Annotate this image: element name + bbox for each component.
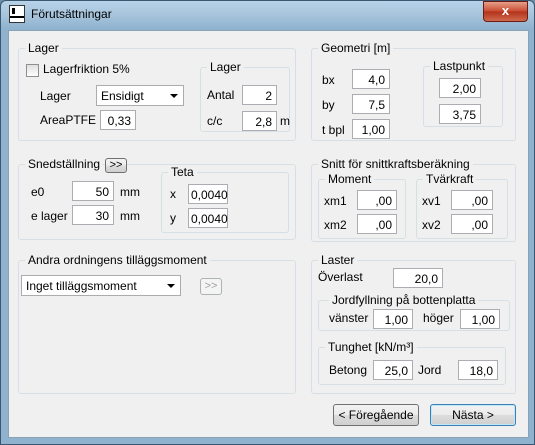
overlast-input[interactable]: 20,0 bbox=[393, 268, 443, 288]
jordfyllning-title: Jordfyllning på bottenplatta bbox=[329, 293, 479, 307]
lagerfriktion-checkbox[interactable] bbox=[26, 64, 39, 77]
xv2-input[interactable]: ,00 bbox=[451, 214, 493, 234]
moment-title: Moment bbox=[325, 172, 375, 186]
lagerfriktion-label[interactable]: Lagerfriktion 5% bbox=[43, 62, 130, 76]
chevron-down-icon bbox=[170, 94, 178, 98]
cc-label: c/c bbox=[207, 114, 223, 128]
snedstallning-group: Snedställning >> e0 50 mm e lager 30 mm … bbox=[18, 157, 296, 240]
betong-input[interactable]: 25,0 bbox=[373, 360, 413, 380]
previous-button[interactable]: < Föregående bbox=[333, 404, 419, 426]
xm1-input[interactable]: ,00 bbox=[357, 190, 397, 210]
lastpunkt-input-1[interactable]: 2,00 bbox=[439, 78, 481, 98]
teta-y-input[interactable]: 0,0040 bbox=[188, 208, 228, 228]
teta-x-input[interactable]: 0,0040 bbox=[188, 184, 228, 204]
jordfyllning-group: Jordfyllning på bottenplatta vänster 1,0… bbox=[318, 293, 510, 331]
snedstallning-title: Snedställning bbox=[25, 157, 104, 171]
tvarkraft-title: Tvärkraft bbox=[423, 172, 477, 186]
cc-input[interactable]: 2,8 bbox=[242, 111, 277, 131]
lager-type-value: Ensidigt bbox=[101, 89, 144, 103]
bx-input[interactable]: 4,0 bbox=[352, 69, 390, 89]
lastpunkt-group: Lastpunkt 2,00 3,75 bbox=[423, 59, 503, 127]
by-input[interactable]: 7,5 bbox=[352, 94, 390, 114]
tillaggsmoment-select[interactable]: Inget tilläggsmoment bbox=[21, 275, 181, 296]
jord-label: Jord bbox=[418, 363, 442, 377]
geometri-group: Geometri [m] bx 4,0 by 7,5 t bpl 1,00 La… bbox=[311, 41, 516, 141]
lager-sub-group: Lager Antal 2 c/c 2,8 m bbox=[200, 60, 290, 132]
window-title: Förutsättningar bbox=[31, 7, 112, 21]
by-label: by bbox=[322, 98, 335, 112]
area-ptfe-label: AreaPTFE bbox=[40, 113, 97, 127]
tunghet-title: Tunghet [kN/m³] bbox=[325, 340, 417, 354]
andra-ordningens-group: Andra ordningens tilläggsmoment Inget ti… bbox=[18, 253, 296, 394]
e-lager-input[interactable]: 30 bbox=[72, 205, 114, 225]
lager-group-title: Lager bbox=[25, 41, 62, 55]
title-bar[interactable]: Förutsättningar x bbox=[1, 1, 534, 29]
vanster-label: vänster bbox=[329, 311, 369, 325]
xm2-label: xm2 bbox=[324, 218, 347, 232]
area-ptfe-input[interactable]: 0,33 bbox=[100, 110, 136, 130]
xv1-label: xv1 bbox=[422, 194, 441, 208]
snitt-title: Snitt för snittkraftsberäkning bbox=[318, 157, 473, 171]
app-icon bbox=[9, 5, 25, 23]
e0-input[interactable]: 50 bbox=[72, 181, 114, 201]
window: Förutsättningar x Lager Lagerfriktion 5%… bbox=[0, 0, 535, 445]
teta-y-label: y bbox=[170, 211, 176, 225]
e0-unit: mm bbox=[120, 185, 140, 199]
lastpunkt-title: Lastpunkt bbox=[430, 59, 489, 73]
xv2-label: xv2 bbox=[422, 218, 441, 232]
close-button[interactable]: x bbox=[483, 1, 528, 22]
xm1-label: xm1 bbox=[324, 194, 347, 208]
antal-label: Antal bbox=[207, 88, 235, 102]
jord-input[interactable]: 18,0 bbox=[458, 360, 498, 380]
vanster-input[interactable]: 1,00 bbox=[373, 309, 413, 329]
tunghet-group: Tunghet [kN/m³] Betong 25,0 Jord 18,0 bbox=[318, 340, 506, 385]
e-lager-unit: mm bbox=[120, 209, 140, 223]
hoger-label: höger bbox=[423, 311, 454, 325]
tillaggsmoment-value: Inget tilläggsmoment bbox=[26, 279, 137, 293]
laster-title: Laster bbox=[318, 253, 358, 267]
lastpunkt-input-2[interactable]: 3,75 bbox=[439, 104, 481, 124]
xm2-input[interactable]: ,00 bbox=[357, 214, 397, 234]
xv1-input[interactable]: ,00 bbox=[451, 190, 493, 210]
lager-type-label: Lager bbox=[40, 89, 71, 103]
betong-label: Betong bbox=[329, 363, 368, 377]
dialog-body: Lager Lagerfriktion 5% Lager Ensidigt Ar… bbox=[8, 30, 529, 438]
tvarkraft-group: Tvärkraft xv1 ,00 xv2 ,00 bbox=[416, 172, 508, 239]
tbpl-input[interactable]: 1,00 bbox=[352, 119, 390, 139]
antal-input[interactable]: 2 bbox=[242, 85, 277, 105]
overlast-label: Överlast bbox=[318, 270, 363, 284]
e0-label: e0 bbox=[31, 185, 45, 199]
teta-title: Teta bbox=[168, 165, 197, 179]
snitt-group: Snitt för snittkraftsberäkning Moment xm… bbox=[311, 157, 516, 242]
teta-x-label: x bbox=[170, 187, 176, 201]
e-lager-label: e lager bbox=[31, 209, 68, 223]
hoger-input[interactable]: 1,00 bbox=[460, 309, 500, 329]
tillaggsmoment-expand-button[interactable]: >> bbox=[200, 278, 222, 295]
cc-unit: m bbox=[280, 114, 290, 128]
teta-group: Teta x 0,0040 y 0,0040 bbox=[161, 165, 289, 233]
snedstallning-expand-button[interactable]: >> bbox=[105, 158, 127, 173]
geometri-group-title: Geometri [m] bbox=[318, 41, 394, 55]
lager-group: Lager Lagerfriktion 5% Lager Ensidigt Ar… bbox=[18, 41, 296, 141]
laster-group: Laster Överlast 20,0 Jordfyllning på bot… bbox=[311, 253, 516, 394]
tbpl-label: t bpl bbox=[322, 123, 345, 137]
andra-ordningens-title: Andra ordningens tilläggsmoment bbox=[25, 253, 210, 267]
lager-sub-title: Lager bbox=[207, 60, 244, 74]
lager-type-select[interactable]: Ensidigt bbox=[96, 85, 184, 106]
next-button[interactable]: Nästa > bbox=[430, 404, 516, 426]
bx-label: bx bbox=[322, 73, 335, 87]
moment-group: Moment xm1 ,00 xm2 ,00 bbox=[318, 172, 406, 239]
chevron-down-icon bbox=[167, 284, 175, 288]
